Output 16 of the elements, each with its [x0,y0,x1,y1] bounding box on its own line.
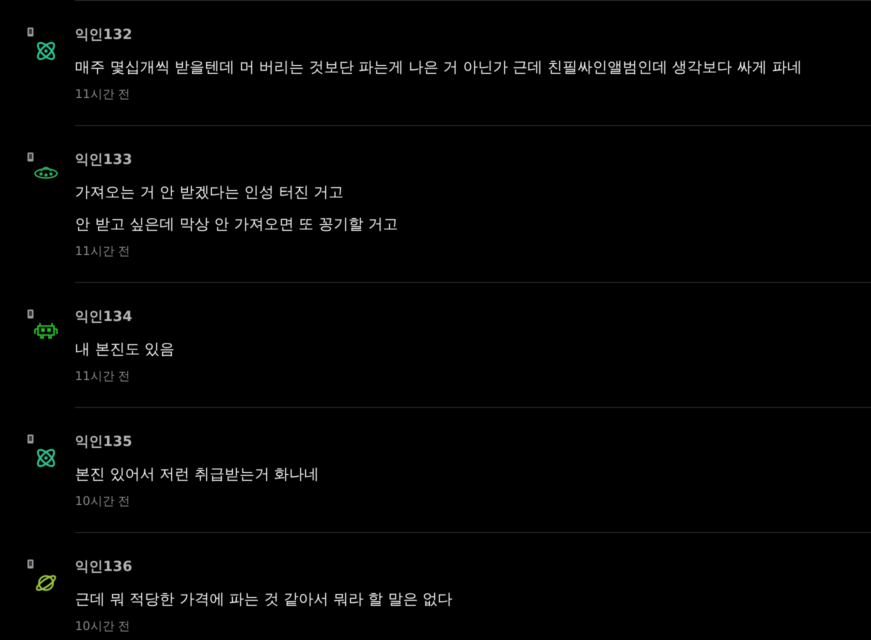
comment-author: 익인136 [75,558,134,577]
comment-text: 안 받고 싶은데 막상 안 가져오면 또 꽁기할 거고 [75,214,400,235]
comment-text: 가져오는 거 안 받겠다는 인성 터진 거고 [75,182,345,203]
comment-author: 익인133 [75,151,134,170]
comment-author: 익인132 [75,26,134,45]
comment-time: 10시간 전 [75,494,132,508]
comment-time: 11시간 전 [75,87,132,101]
comment-text: 내 본진도 있음 [75,339,176,360]
comment-time: 11시간 전 [75,369,132,383]
comment-time: 10시간 전 [75,619,132,633]
comment-author: 익인134 [75,308,134,327]
comment-author: 익인135 [75,433,134,452]
comment-text: 본진 있어서 저런 취급받는거 화나네 [75,464,320,485]
comment-text: 매주 몇십개씩 받을텐데 머 버리는 것보단 파는게 나은 거 아닌가 근데 친필싸인앨범인데 생각보다 싸게 파네 [75,57,803,78]
comment-time: 11시간 전 [75,244,132,258]
comment-text: 근데 뭐 적당한 가격에 파는 것 같아서 뭐라 할 말은 없다 [75,589,454,610]
